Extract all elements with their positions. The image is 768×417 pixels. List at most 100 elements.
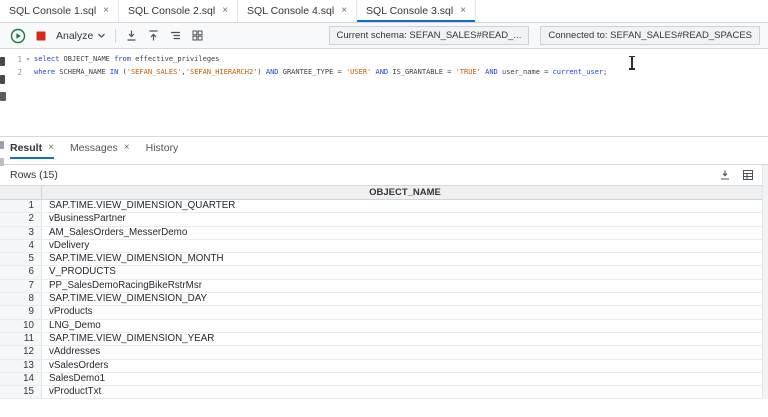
run-button[interactable] — [10, 28, 26, 44]
export-result-button[interactable] — [719, 169, 731, 181]
result-tab-result[interactable]: Result × — [10, 137, 54, 159]
editor-tab-4[interactable]: SQL Console 3.sql × — [357, 0, 476, 22]
analyze-label: Analyze — [56, 30, 93, 42]
result-toolbar-icons — [719, 169, 758, 181]
row-number: 3 — [0, 227, 42, 239]
row-number: 10 — [0, 320, 42, 332]
table-row[interactable]: 7PP_SalesDemoRacingBikeRstrMsr — [0, 280, 768, 293]
tab-close-icon[interactable]: × — [103, 6, 109, 16]
row-number: 6 — [0, 266, 42, 278]
download-icon — [125, 29, 138, 42]
row-number: 14 — [0, 373, 42, 385]
result-tab-bar: Result × Messages × History — [0, 137, 768, 159]
row-number: 7 — [0, 280, 42, 292]
row-number: 5 — [0, 253, 42, 265]
table-row[interactable]: 9vProducts — [0, 306, 768, 319]
table-row[interactable]: 13vSalesOrders — [0, 360, 768, 373]
play-circle-icon — [10, 28, 26, 44]
upload-button[interactable] — [147, 29, 160, 42]
table-row[interactable]: 6V_PRODUCTS — [0, 266, 768, 279]
tab-label: SQL Console 4.sql — [247, 5, 334, 17]
table-row[interactable]: 11SAP.TIME.VIEW_DIMENSION_YEAR — [0, 333, 768, 346]
result-tab-messages[interactable]: Messages × — [70, 137, 130, 159]
tab-label: History — [146, 142, 179, 154]
fold-toggle-icon[interactable]: ▾ — [22, 53, 34, 66]
code-text: select OBJECT_NAME from effective_privil… — [34, 53, 219, 66]
row-number: 9 — [0, 306, 42, 318]
table-row[interactable]: 10LNG_Demo — [0, 320, 768, 333]
tab-close-icon[interactable]: × — [124, 143, 130, 153]
row-number: 11 — [0, 333, 42, 345]
cell-object-name: vBusinessPartner — [42, 213, 768, 225]
row-number: 12 — [0, 346, 42, 358]
cell-object-name: SAP.TIME.VIEW_DIMENSION_QUARTER — [42, 200, 768, 212]
format-lines-icon — [169, 29, 182, 42]
upload-icon — [147, 29, 160, 42]
format-button[interactable] — [169, 29, 182, 42]
stop-button[interactable] — [35, 30, 47, 42]
tab-label: Messages — [70, 142, 118, 154]
rows-count-label: Rows (15) — [10, 169, 58, 181]
toolbar-separator — [115, 29, 116, 43]
editor-tab-2[interactable]: SQL Console 2.sql × — [119, 0, 238, 22]
tab-close-icon[interactable]: × — [341, 6, 347, 16]
table-row[interactable]: 14SalesDemo1 — [0, 373, 768, 386]
editor-tab-3[interactable]: SQL Console 4.sql × — [238, 0, 357, 22]
result-tab-history[interactable]: History — [146, 137, 179, 159]
table-row[interactable]: 4vDelivery — [0, 240, 768, 253]
tab-label: SQL Console 1.sql — [9, 5, 96, 17]
cell-object-name: PP_SalesDemoRacingBikeRstrMsr — [42, 280, 768, 292]
connected-to-box: Connected to: SEFAN_SALES#READ_SPACES — [540, 26, 760, 45]
current-schema-box[interactable]: Current schema: SEFAN_SALES#READ_... — [329, 26, 530, 45]
cell-object-name: AM_SalesOrders_MesserDemo — [42, 227, 768, 239]
row-number: 15 — [0, 386, 42, 398]
tab-label: SQL Console 2.sql — [128, 5, 215, 17]
tab-close-icon[interactable]: × — [460, 6, 466, 16]
table-icon — [742, 169, 754, 181]
row-number-header — [0, 186, 42, 199]
row-number: 2 — [0, 213, 42, 225]
current-schema-label: Current schema: SEFAN_SALES#READ_... — [337, 30, 522, 41]
table-view-button[interactable] — [742, 169, 754, 181]
table-row[interactable]: 8SAP.TIME.VIEW_DIMENSION_DAY — [0, 293, 768, 306]
collapsed-panel-glyph — [0, 57, 5, 66]
cell-object-name: vProductTxt — [42, 386, 768, 398]
table-row[interactable]: 12vAddresses — [0, 346, 768, 359]
cell-object-name: vProducts — [42, 306, 768, 318]
tab-close-icon[interactable]: × — [222, 6, 228, 16]
export-download-icon — [719, 169, 731, 181]
grid-button[interactable] — [191, 29, 204, 42]
tab-label: Result — [10, 142, 42, 154]
cell-object-name: vAddresses — [42, 346, 768, 358]
connected-to-label: Connected to: SEFAN_SALES#READ_SPACES — [548, 30, 752, 41]
sql-editor[interactable]: 1▾select OBJECT_NAME from effective_priv… — [0, 49, 768, 137]
collapsed-panel-glyph — [0, 158, 4, 166]
table-row[interactable]: 3AM_SalesOrders_MesserDemo — [0, 227, 768, 240]
column-header-object-name[interactable]: OBJECT_NAME — [42, 186, 768, 199]
result-grid-panel: Rows (15) OBJECT_NAME 1SAP.TIME.VIE — [0, 164, 768, 399]
cell-object-name: V_PRODUCTS — [42, 266, 768, 278]
table-row[interactable]: 1SAP.TIME.VIEW_DIMENSION_QUARTER — [0, 200, 768, 213]
grid-header-row: OBJECT_NAME — [0, 186, 768, 200]
result-grid: 1SAP.TIME.VIEW_DIMENSION_QUARTER2vBusine… — [0, 200, 768, 399]
row-number: 13 — [0, 360, 42, 372]
table-row[interactable]: 2vBusinessPartner — [0, 213, 768, 226]
analyze-dropdown[interactable]: Analyze — [56, 30, 106, 42]
row-number: 1 — [0, 200, 42, 212]
vertical-scrollbar[interactable] — [762, 165, 768, 399]
toolbar: Analyze — [0, 23, 768, 49]
cell-object-name: SAP.TIME.VIEW_DIMENSION_MONTH — [42, 253, 768, 265]
editor-tab-1[interactable]: SQL Console 1.sql × — [0, 0, 119, 22]
tab-label: SQL Console 3.sql — [366, 5, 453, 17]
table-row[interactable]: 5SAP.TIME.VIEW_DIMENSION_MONTH — [0, 253, 768, 266]
collapsed-panel-glyph — [0, 75, 5, 84]
grid-icon — [191, 29, 204, 42]
tab-close-icon[interactable]: × — [48, 143, 54, 153]
cell-object-name: vSalesOrders — [42, 360, 768, 372]
stop-square-icon — [35, 30, 47, 42]
editor-lines: 1▾select OBJECT_NAME from effective_priv… — [0, 53, 768, 79]
table-row[interactable]: 15vProductTxt — [0, 386, 768, 399]
sql-console-app: SQL Console 1.sql×SQL Console 2.sql×SQL … — [0, 0, 768, 417]
download-button[interactable] — [125, 29, 138, 42]
editor-line-1: 1▾select OBJECT_NAME from effective_priv… — [0, 53, 768, 66]
